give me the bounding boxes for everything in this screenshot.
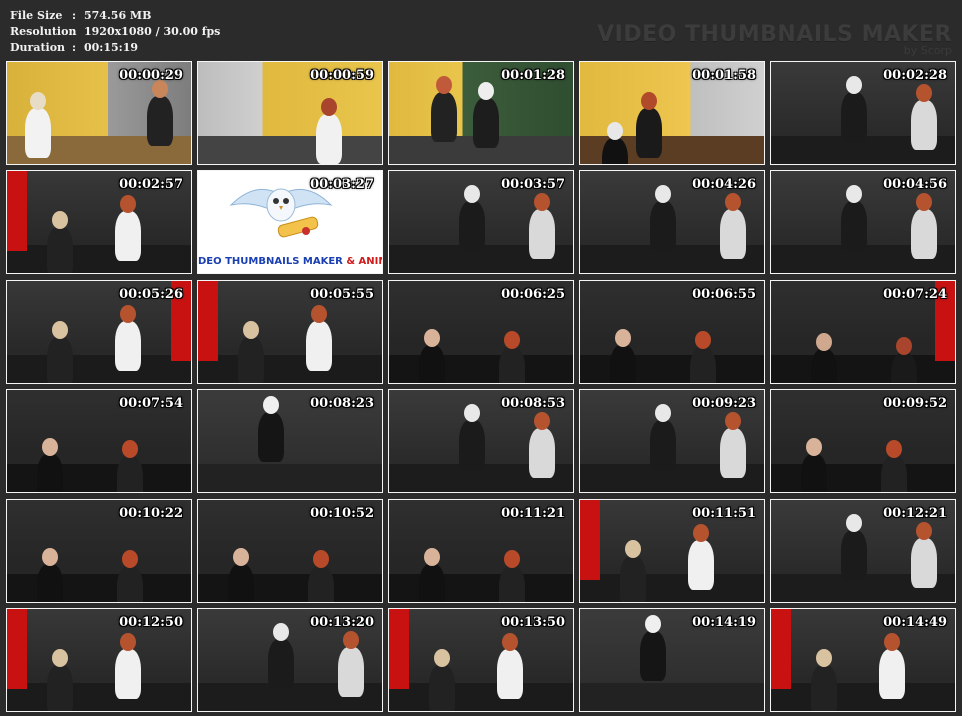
video-thumbnail[interactable]: 00:10:22 (6, 498, 192, 603)
timestamp-label: 00:04:56 (883, 177, 947, 193)
timestamp-label: 00:08:53 (501, 396, 565, 412)
timestamp-label: 00:06:55 (692, 286, 756, 302)
video-thumbnail[interactable]: 00:00:29 (6, 61, 192, 165)
brand-watermark: VIDEO THUMBNAILS MAKER by Scorp (597, 22, 952, 57)
resolution-value: 1920x1080 / 30.00 fps (84, 25, 221, 38)
timestamp-label: 00:01:28 (501, 68, 565, 83)
timestamp-label: 00:11:21 (501, 505, 565, 521)
video-thumbnail[interactable]: 00:01:28 (388, 61, 574, 165)
logo-text-accent: & ANIMAT (346, 256, 382, 268)
video-thumbnail[interactable]: 00:06:55 (579, 279, 765, 384)
timestamp-label: 00:07:24 (883, 286, 947, 302)
video-thumbnail[interactable]: 00:07:24 (770, 279, 956, 384)
duration-label: Duration (10, 41, 66, 54)
video-thumbnail[interactable]: 00:04:56 (770, 170, 956, 275)
video-thumbnail[interactable]: 00:08:23 (197, 389, 383, 494)
video-thumbnail[interactable]: 00:07:54 (6, 389, 192, 494)
timestamp-label: 00:00:29 (119, 68, 183, 83)
video-thumbnail[interactable]: DEO THUMBNAILS MAKER & ANIMAT 00:03:27 (197, 170, 383, 275)
timestamp-label: 00:12:50 (119, 615, 183, 630)
file-info-panel: File Size : 574.56 MB Resolution : 1920x… (10, 8, 220, 56)
video-thumbnail[interactable]: 00:13:20 (197, 608, 383, 712)
timestamp-label: 00:02:57 (119, 177, 183, 193)
timestamp-label: 00:10:52 (310, 505, 374, 521)
brand-title: VIDEO THUMBNAILS MAKER (597, 22, 952, 47)
video-thumbnail[interactable]: 00:05:26 (6, 279, 192, 384)
video-thumbnail[interactable]: 00:14:49 (770, 608, 956, 712)
video-thumbnail[interactable]: 00:09:52 (770, 389, 956, 494)
separator: : (72, 41, 77, 54)
video-thumbnail[interactable]: 00:11:51 (579, 498, 765, 603)
timestamp-label: 00:12:21 (883, 505, 947, 521)
video-thumbnail[interactable]: 00:13:50 (388, 608, 574, 712)
file-size-row: File Size : 574.56 MB (10, 8, 220, 24)
video-thumbnail[interactable]: 00:05:55 (197, 279, 383, 384)
timestamp-label: 00:03:57 (501, 177, 565, 193)
timestamp-label: 00:02:28 (883, 68, 947, 83)
video-thumbnail[interactable]: 00:11:21 (388, 498, 574, 603)
timestamp-label: 00:05:55 (310, 286, 374, 302)
logo-text-main: DEO THUMBNAILS MAKER (198, 256, 343, 268)
video-thumbnail[interactable]: 00:12:21 (770, 498, 956, 603)
resolution-label: Resolution (10, 25, 77, 38)
video-thumbnail[interactable]: 00:12:50 (6, 608, 192, 712)
video-thumbnail[interactable]: 00:10:52 (197, 498, 383, 603)
video-thumbnail[interactable]: 00:09:23 (579, 389, 765, 494)
timestamp-label: 00:09:52 (883, 396, 947, 412)
timestamp-label: 00:13:50 (501, 615, 565, 630)
separator: : (72, 25, 77, 38)
timestamp-label: 00:01:58 (692, 68, 756, 83)
thumbnail-grid: 00:00:29 00:00:59 00:01:28 00:01:58 00:02:28… (6, 61, 956, 712)
timestamp-label: 00:06:25 (501, 286, 565, 302)
video-thumbnail[interactable]: 00:14:19 (579, 608, 765, 712)
timestamp-label: 00:13:20 (310, 615, 374, 630)
video-thumbnail[interactable]: 00:04:26 (579, 170, 765, 275)
video-thumbnail[interactable]: 00:03:57 (388, 170, 574, 275)
video-thumbnail[interactable]: 00:00:59 (197, 61, 383, 165)
file-size-label: File Size (10, 9, 63, 22)
timestamp-label: 00:11:51 (692, 505, 756, 521)
timestamp-label: 00:08:23 (310, 396, 374, 412)
file-size-value: 574.56 MB (84, 9, 152, 22)
video-thumbnail[interactable]: 00:06:25 (388, 279, 574, 384)
timestamp-label: 00:14:49 (883, 615, 947, 630)
duration-row: Duration : 00:15:19 (10, 40, 220, 56)
video-thumbnail[interactable]: 00:02:28 (770, 61, 956, 165)
timestamp-label: 00:04:26 (692, 177, 756, 193)
duration-value: 00:15:19 (84, 41, 139, 54)
video-thumbnail[interactable]: 00:01:58 (579, 61, 765, 165)
timestamp-label: 00:09:23 (692, 396, 756, 412)
separator: : (72, 9, 77, 22)
resolution-row: Resolution : 1920x1080 / 30.00 fps (10, 24, 220, 40)
timestamp-label: 00:00:59 (310, 68, 374, 83)
timestamp-label: 00:05:26 (119, 286, 183, 302)
video-thumbnail[interactable]: 00:02:57 (6, 170, 192, 275)
timestamp-label: 00:03:27 (310, 177, 374, 193)
timestamp-label: 00:07:54 (119, 396, 183, 412)
video-thumbnail[interactable]: 00:08:53 (388, 389, 574, 494)
timestamp-label: 00:10:22 (119, 505, 183, 521)
logo-text: DEO THUMBNAILS MAKER & ANIMAT (198, 256, 382, 267)
timestamp-label: 00:14:19 (692, 615, 756, 630)
